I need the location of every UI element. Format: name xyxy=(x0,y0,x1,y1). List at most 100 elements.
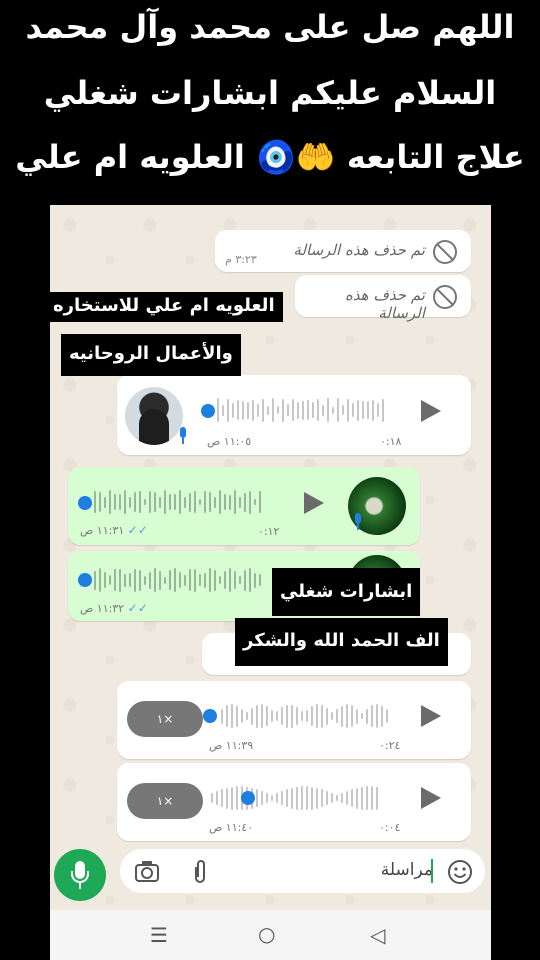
playback-speed-button[interactable]: ١× xyxy=(127,783,203,819)
waveform-bar xyxy=(199,499,201,505)
caption-line-2: السلام عليكم ابشارات شغلي xyxy=(43,74,497,112)
waveform-bar xyxy=(292,399,294,421)
waveform-bar xyxy=(227,398,229,422)
mic-icon xyxy=(177,427,189,445)
voice-message[interactable]: ✓✓ ١١:٣١ ص ٠:١٢ xyxy=(68,467,420,545)
waveform-bar xyxy=(347,398,349,422)
waveform-bar xyxy=(311,786,313,810)
waveform-bar xyxy=(259,491,261,513)
message-input[interactable]: مراسلة xyxy=(381,860,433,880)
waveform-bar xyxy=(144,575,146,585)
waveform-bar xyxy=(169,570,171,590)
voice-message[interactable]: ١× ١١:٤٠ ص ٠:٠٤ xyxy=(117,763,471,841)
message-time: ✓✓ ١١:٣١ ص xyxy=(80,523,152,537)
waveform-bar xyxy=(194,491,196,513)
waveform-bar xyxy=(214,569,216,591)
playback-position[interactable] xyxy=(78,573,92,587)
waveform-bar xyxy=(251,707,253,725)
message-composer[interactable]: مراسلة xyxy=(120,849,485,893)
waveform-bar xyxy=(261,791,263,805)
waveform-bar xyxy=(306,786,308,810)
message-time: ١١:٠٥ ص xyxy=(207,435,252,448)
emoji-icon[interactable] xyxy=(447,859,473,885)
voice-message[interactable]: ١١:٠٥ ص ٠:١٨ xyxy=(117,375,471,455)
waveform-bar xyxy=(376,704,378,728)
waveform-bar xyxy=(226,787,228,809)
waveform-bar xyxy=(114,494,116,510)
waveform-bar xyxy=(222,404,224,416)
paperclip-icon[interactable] xyxy=(190,859,210,885)
waveform[interactable] xyxy=(221,703,388,729)
waveform-bar xyxy=(256,704,258,728)
waveform[interactable] xyxy=(94,567,261,593)
waveform-bar xyxy=(94,570,96,590)
record-voice-button[interactable] xyxy=(54,849,106,901)
waveform-bar xyxy=(219,490,221,514)
waveform-bar xyxy=(322,404,324,416)
play-icon[interactable] xyxy=(304,492,324,514)
message-time: ✓✓ ١١:٣٢ ص xyxy=(80,601,152,615)
waveform-bar xyxy=(296,707,298,725)
waveform-bar xyxy=(224,571,226,589)
waveform-bar xyxy=(327,398,329,422)
waveform-bar xyxy=(256,789,258,807)
waveform-bar xyxy=(217,398,219,422)
waveform-bar xyxy=(372,399,374,421)
play-icon[interactable] xyxy=(421,787,441,809)
waveform-bar xyxy=(114,569,116,591)
playback-position[interactable] xyxy=(201,404,215,418)
waveform-bar xyxy=(271,795,273,801)
camera-icon[interactable] xyxy=(134,859,160,883)
waveform-bar xyxy=(316,787,318,809)
waveform-bar xyxy=(129,496,131,508)
waveform-bar xyxy=(346,791,348,805)
waveform-bar xyxy=(242,400,244,420)
waveform-bar xyxy=(272,398,274,422)
waveform-bar xyxy=(189,569,191,591)
waveform-bar xyxy=(312,402,314,418)
waveform-bar xyxy=(306,710,308,722)
waveform-bar xyxy=(231,704,233,728)
waveform-bar xyxy=(224,494,226,510)
waveform-bar xyxy=(301,711,303,721)
playback-position[interactable] xyxy=(241,791,255,805)
waveform-bar xyxy=(144,499,146,505)
waveform-bar xyxy=(302,400,304,420)
play-icon[interactable] xyxy=(421,400,441,422)
waveform[interactable] xyxy=(211,785,378,811)
waveform-bar xyxy=(367,401,369,419)
back-icon[interactable]: ◁ xyxy=(370,923,385,947)
waveform-bar xyxy=(276,711,278,721)
waveform-bar xyxy=(94,491,96,513)
voice-duration: ٠:٠٤ xyxy=(379,821,401,834)
play-icon[interactable] xyxy=(421,705,441,727)
home-icon[interactable]: ○ xyxy=(258,922,275,946)
playback-speed-button[interactable]: ١× xyxy=(127,701,203,737)
waveform[interactable] xyxy=(217,397,384,423)
waveform-bar xyxy=(257,403,259,417)
waveform-bar xyxy=(317,399,319,421)
waveform[interactable] xyxy=(94,489,261,515)
ban-icon xyxy=(433,240,457,264)
waveform-bar xyxy=(139,569,141,591)
deleted-message[interactable]: تم حذف هذه الرسالة xyxy=(295,275,471,322)
waveform-bar xyxy=(371,705,373,727)
waveform-bar xyxy=(352,403,354,417)
waveform-bar xyxy=(266,793,268,803)
waveform-bar xyxy=(216,791,218,805)
voice-message[interactable]: ١× ١١:٣٩ ص ٠:٢٤ xyxy=(117,681,471,759)
waveform-bar xyxy=(164,576,166,584)
waveform-bar xyxy=(276,793,278,803)
waveform-bar xyxy=(184,574,186,586)
waveform-bar xyxy=(99,492,101,512)
playback-position[interactable] xyxy=(203,709,217,723)
waveform-bar xyxy=(229,494,231,510)
message-time: ٣:٢٣ م xyxy=(225,253,257,266)
deleted-message[interactable]: تم حذف هذه الرسالة ٣:٢٣ م xyxy=(215,230,471,272)
waveform-bar xyxy=(154,492,156,512)
read-ticks-icon: ✓✓ xyxy=(127,523,152,537)
playback-position[interactable] xyxy=(78,496,92,510)
waveform-bar xyxy=(174,494,176,510)
waveform-bar xyxy=(124,490,126,514)
menu-icon[interactable]: ☰ xyxy=(150,923,168,947)
